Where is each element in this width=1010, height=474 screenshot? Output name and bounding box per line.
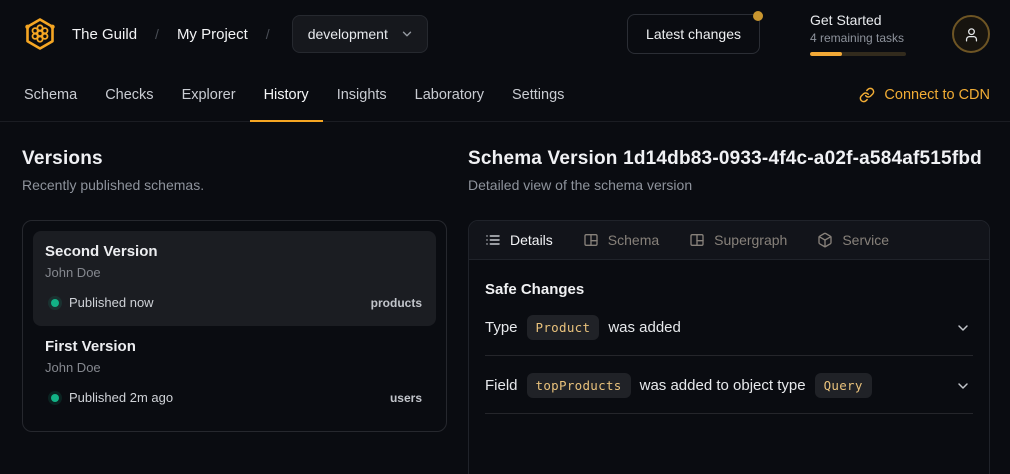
main-content: Versions Recently published schemas. Sec… xyxy=(0,122,1010,474)
chevron-down-icon xyxy=(400,27,414,41)
published-status-dot xyxy=(51,394,59,402)
schema-version-panel: Schema Version 1d14db83-0933-4f4c-a02f-a… xyxy=(468,122,990,474)
latest-changes-label: Latest changes xyxy=(646,26,741,42)
columns-icon xyxy=(689,232,705,248)
version-name: First Version xyxy=(45,338,422,355)
version-list-item-first[interactable]: First Version John Doe Published 2m ago … xyxy=(33,326,436,421)
versions-list: Second Version John Doe Published now pr… xyxy=(22,220,447,432)
tab-supergraph[interactable]: Supergraph xyxy=(689,232,787,248)
change-middle: was added to object type xyxy=(640,377,806,394)
versions-panel: Versions Recently published schemas. Sec… xyxy=(22,122,447,474)
change-row-type-added[interactable]: Type Product was added xyxy=(485,300,973,356)
code-badge: Product xyxy=(527,315,600,340)
user-avatar[interactable] xyxy=(952,15,990,53)
guild-logo-icon[interactable] xyxy=(22,16,58,52)
tab-details[interactable]: Details xyxy=(485,232,553,248)
tab-explorer[interactable]: Explorer xyxy=(168,68,250,121)
tab-service-label: Service xyxy=(842,232,889,248)
get-started-title: Get Started xyxy=(810,12,906,28)
tab-supergraph-label: Supergraph xyxy=(714,232,787,248)
code-badge: topProducts xyxy=(527,373,631,398)
list-icon xyxy=(485,232,501,248)
published-label: Published 2m ago xyxy=(69,390,173,405)
user-icon xyxy=(963,26,980,43)
target-selector-value: development xyxy=(308,26,388,42)
tab-settings[interactable]: Settings xyxy=(498,68,578,121)
tab-schema-view[interactable]: Schema xyxy=(583,232,659,248)
tab-history[interactable]: History xyxy=(250,68,323,121)
get-started-progress xyxy=(810,52,906,56)
code-badge: Query xyxy=(815,373,872,398)
breadcrumb-project[interactable]: My Project xyxy=(177,26,248,43)
versions-subtitle: Recently published schemas. xyxy=(22,177,447,193)
get-started-subtitle: 4 remaining tasks xyxy=(810,31,906,45)
connect-to-cdn-label: Connect to CDN xyxy=(884,87,990,103)
service-tag: users xyxy=(390,391,422,405)
progress-fill xyxy=(810,52,842,56)
cube-icon xyxy=(817,232,833,248)
chevron-down-icon[interactable] xyxy=(955,320,971,336)
schema-version-subtitle: Detailed view of the schema version xyxy=(468,177,990,193)
latest-changes-button[interactable]: Latest changes xyxy=(627,14,760,54)
breadcrumb-separator: / xyxy=(266,26,270,42)
target-selector[interactable]: development xyxy=(292,15,428,53)
change-row-field-added[interactable]: Field topProducts was added to object ty… xyxy=(485,358,973,414)
breadcrumb-org[interactable]: The Guild xyxy=(72,26,137,43)
detail-tab-list: Details Schema Supergraph Service xyxy=(469,221,989,260)
service-tag: products xyxy=(371,296,422,310)
tab-insights[interactable]: Insights xyxy=(323,68,401,121)
change-prefix: Field xyxy=(485,377,518,394)
chevron-down-icon[interactable] xyxy=(955,378,971,394)
version-list-item-second[interactable]: Second Version John Doe Published now pr… xyxy=(33,231,436,326)
versions-title: Versions xyxy=(22,148,447,170)
version-author: John Doe xyxy=(45,360,422,375)
tab-details-label: Details xyxy=(510,232,553,248)
tab-service[interactable]: Service xyxy=(817,232,889,248)
breadcrumb-separator: / xyxy=(155,26,159,42)
columns-icon xyxy=(583,232,599,248)
top-bar: The Guild / My Project / development Lat… xyxy=(0,0,1010,68)
safe-changes-title: Safe Changes xyxy=(485,281,973,298)
get-started-widget[interactable]: Get Started 4 remaining tasks xyxy=(810,12,906,56)
version-detail-card: Details Schema Supergraph Service Safe C… xyxy=(468,220,990,474)
tab-schema[interactable]: Schema xyxy=(10,68,91,121)
change-middle: was added xyxy=(608,319,681,336)
version-author: John Doe xyxy=(45,265,422,280)
tab-schema-view-label: Schema xyxy=(608,232,659,248)
detail-body: Safe Changes Type Product was added Fiel… xyxy=(469,281,989,414)
notification-dot xyxy=(753,11,763,21)
link-icon xyxy=(859,87,875,103)
version-name: Second Version xyxy=(45,243,422,260)
project-nav: Schema Checks Explorer History Insights … xyxy=(0,68,1010,122)
schema-version-title: Schema Version 1d14db83-0933-4f4c-a02f-a… xyxy=(468,148,990,170)
tab-checks[interactable]: Checks xyxy=(91,68,167,121)
published-status-dot xyxy=(51,299,59,307)
change-prefix: Type xyxy=(485,319,518,336)
published-label: Published now xyxy=(69,295,154,310)
tab-laboratory[interactable]: Laboratory xyxy=(401,68,498,121)
connect-to-cdn-link[interactable]: Connect to CDN xyxy=(859,68,990,121)
